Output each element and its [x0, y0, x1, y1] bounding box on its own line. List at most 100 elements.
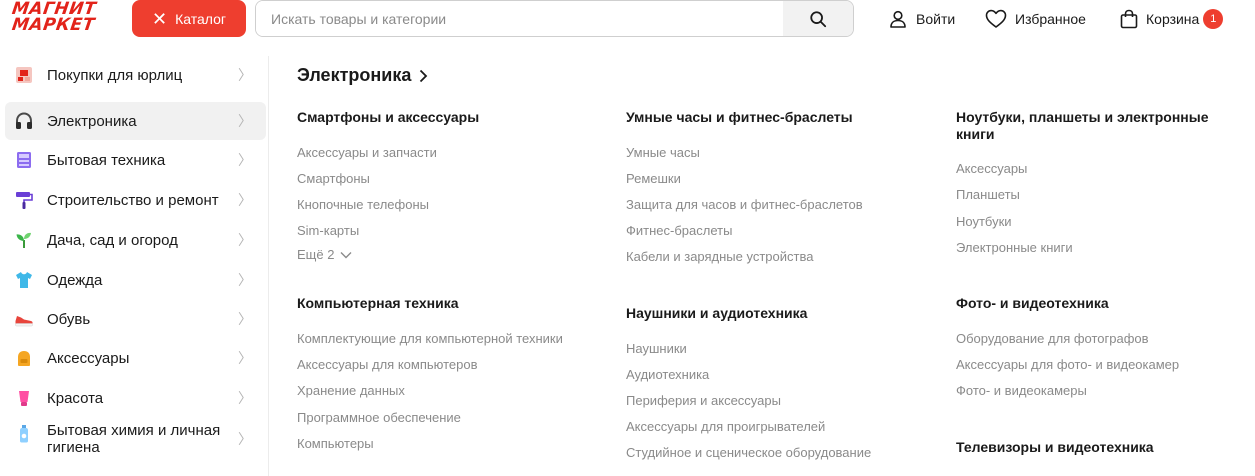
favorites-button[interactable]: Избранное [985, 0, 1086, 37]
search-button[interactable] [783, 1, 853, 36]
login-label: Войти [916, 10, 956, 27]
category-link[interactable]: Аксессуары [956, 161, 1027, 177]
category-link[interactable]: Компьютеры [297, 436, 374, 452]
category-link[interactable]: Ноутбуки [956, 214, 1012, 230]
category-link[interactable]: Фото- и видеокамеры [956, 383, 1087, 399]
search-icon [810, 10, 827, 27]
chevron-right-icon: 〉 [238, 113, 252, 129]
user-icon [890, 10, 906, 28]
category-link[interactable]: Оборудование для фотографов [956, 331, 1149, 347]
sidebar-item-label: Электроника [47, 112, 137, 130]
show-more-button[interactable]: Ещё 2 [297, 247, 352, 262]
appliance-icon [17, 152, 31, 168]
category-link[interactable]: Программное обеспечение [297, 410, 461, 426]
tshirt-icon [16, 272, 32, 288]
sidebar-item-clothes[interactable]: Одежда 〉 [5, 261, 266, 299]
category-link[interactable]: Планшеты [956, 187, 1020, 203]
business-icon [16, 67, 32, 83]
sidebar-item-label: Красота [47, 389, 104, 407]
page-title-label: Электроника [297, 65, 412, 85]
sidebar-item-household-chemicals[interactable]: Бытовая химия и личная гигиена 〉 [5, 418, 266, 460]
category-link[interactable]: Аксессуары для проигрывателей [626, 419, 825, 435]
group-title-smartwatches[interactable]: Умные часы и фитнес-браслеты [626, 109, 853, 126]
category-link[interactable]: Аксессуары для фото- и видеокамер [956, 357, 1179, 373]
category-link[interactable]: Электронные книги [956, 240, 1073, 256]
group-title-laptops[interactable]: Ноутбуки, планшеты и электронные книги [956, 109, 1209, 143]
sidebar-item-beauty[interactable]: Красота 〉 [5, 379, 266, 417]
category-link[interactable]: Ремешки [626, 171, 681, 187]
sprout-icon [16, 232, 31, 248]
shopping-bag-icon [1120, 9, 1138, 28]
category-link[interactable]: Защита для часов и фитнес-браслетов [626, 197, 863, 213]
cart-count-badge: 1 [1203, 8, 1224, 29]
category-link[interactable]: Смартфоны [297, 171, 370, 187]
group-title-line: книги [956, 126, 995, 142]
sneaker-icon [15, 316, 33, 327]
chevron-right-icon: 〉 [238, 67, 252, 83]
cosmetics-icon [19, 391, 29, 406]
sidebar-divider [268, 56, 269, 476]
sidebar-item-garden[interactable]: Дача, сад и огород 〉 [5, 221, 266, 259]
cart-button[interactable]: Корзина 1 [1120, 0, 1224, 37]
category-link[interactable]: Наушники [626, 341, 687, 357]
detergent-icon [20, 425, 28, 443]
page-title[interactable]: Электроника [297, 65, 428, 86]
sidebar-item-label: Покупки для юрлиц [47, 66, 183, 84]
sidebar-item-shoes[interactable]: Обувь 〉 [5, 300, 266, 338]
group-title-computers[interactable]: Компьютерная техника [297, 295, 459, 312]
chevron-right-icon: 〉 [238, 311, 252, 327]
sidebar-item-label: Строительство и ремонт [47, 191, 219, 209]
category-link[interactable]: Студийное и сценическое оборудование [626, 445, 871, 461]
group-title-audio[interactable]: Наушники и аудиотехника [626, 305, 807, 322]
sidebar-item-label: Бытовая химия и личная гигиена [47, 422, 221, 456]
headphones-icon [16, 112, 32, 129]
sidebar-item-appliances[interactable]: Бытовая техника 〉 [5, 141, 266, 179]
chevron-right-icon: 〉 [238, 350, 252, 366]
sidebar-item-label: Бытовая техника [47, 151, 166, 169]
login-button[interactable]: Войти [888, 0, 955, 37]
logo[interactable]: МАГНИТ МАРКЕТ [10, 0, 112, 36]
category-link[interactable]: Комплектующие для компьютерной техники [297, 331, 563, 347]
catalog-label: Каталог [175, 10, 226, 27]
header: МАГНИТ МАРКЕТ ✕ Каталог Войти Избранное … [0, 0, 1255, 38]
search-input[interactable] [256, 1, 784, 36]
chevron-right-icon: 〉 [238, 232, 252, 248]
category-link[interactable]: Периферия и аксессуары [626, 393, 781, 409]
category-link[interactable]: Кнопочные телефоны [297, 197, 429, 213]
category-link[interactable]: Хранение данных [297, 383, 405, 399]
sidebar-item-label: Аксессуары [47, 349, 130, 367]
group-title-line: Ноутбуки, планшеты и электронные [956, 109, 1209, 125]
chevron-right-icon: 〉 [238, 431, 252, 447]
sidebar-item-accessories[interactable]: Аксессуары 〉 [5, 339, 266, 377]
group-title-tv[interactable]: Телевизоры и видеотехника [956, 439, 1154, 456]
category-link[interactable]: Фитнес-браслеты [626, 223, 732, 239]
category-link[interactable]: Аудиотехника [626, 367, 709, 383]
chevron-down-icon [340, 251, 352, 258]
chevron-right-icon [420, 69, 428, 82]
category-link[interactable]: Умные часы [626, 145, 700, 161]
show-more-label: Ещё 2 [297, 247, 335, 262]
backpack-icon [18, 351, 30, 366]
sidebar-item-business[interactable]: Покупки для юрлиц 〉 [5, 56, 266, 94]
close-icon: ✕ [152, 8, 168, 29]
logo-line-2: МАРКЕТ [10, 15, 97, 35]
sidebar-item-label: Дача, сад и огород [47, 231, 178, 249]
category-link[interactable]: Аксессуары для компьютеров [297, 357, 478, 373]
sidebar-item-label: Одежда [47, 271, 103, 289]
search-bar [255, 0, 854, 37]
catalog-button[interactable]: ✕ Каталог [132, 0, 246, 37]
cart-label: Корзина [1146, 10, 1200, 27]
sidebar-item-construction[interactable]: Строительство и ремонт 〉 [5, 181, 266, 219]
favorites-label: Избранное [1015, 10, 1086, 27]
sidebar-item-electronics[interactable]: Электроника 〉 [5, 102, 266, 140]
group-title-photo-video[interactable]: Фото- и видеотехника [956, 295, 1109, 312]
category-link[interactable]: Кабели и зарядные устройства [626, 249, 813, 265]
paint-roller-icon [16, 192, 33, 209]
sidebar-item-label: Обувь [47, 310, 91, 328]
chevron-right-icon: 〉 [238, 152, 252, 168]
group-title-smartphones[interactable]: Смартфоны и аксессуары [297, 109, 479, 126]
category-link[interactable]: Sim-карты [297, 223, 359, 239]
heart-icon [985, 9, 1007, 28]
chevron-right-icon: 〉 [238, 192, 252, 208]
category-link[interactable]: Аксессуары и запчасти [297, 145, 437, 161]
